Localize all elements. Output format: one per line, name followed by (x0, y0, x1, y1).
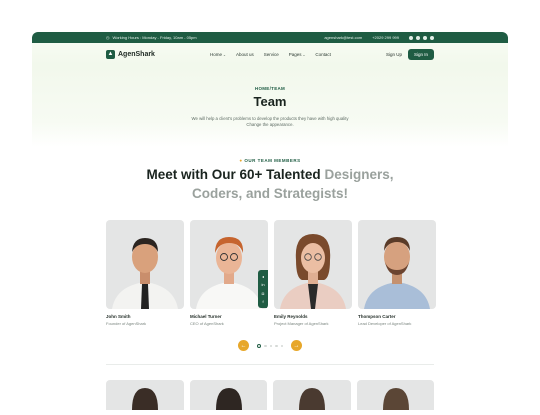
team-grid-next-row (32, 380, 508, 411)
nav-item-contact[interactable]: Contact (315, 52, 331, 57)
member-photo[interactable] (106, 380, 184, 411)
heading-line-2: Coders, and Strategists! (191, 185, 349, 201)
chevron-down-icon: ⌄ (302, 52, 306, 57)
bullet-icon: ● (239, 158, 243, 163)
twitter-icon[interactable] (416, 35, 420, 40)
facebook-icon[interactable] (409, 35, 413, 40)
team-card[interactable]: Emily Reynolds Project Manager of AgenSh… (274, 220, 352, 326)
heading-main: Meet with Our 60+ Talented (146, 167, 321, 182)
linkedin-icon[interactable] (423, 35, 427, 40)
page-description: We will help a client's problems to deve… (191, 116, 349, 128)
linkedin-icon[interactable]: in (261, 283, 264, 287)
brand-name: AgenShark (118, 50, 155, 58)
section-eyebrow: ● OUR TEAM MEMBERS (32, 158, 508, 163)
nav-item-label: Home (209, 51, 222, 57)
instagram-icon[interactable] (430, 35, 434, 40)
member-name: Thompson Carter (358, 314, 396, 320)
member-photo[interactable] (189, 380, 267, 411)
member-photo (106, 220, 184, 310)
top-info-bar: ◷ Working Hours : Monday - Friday, 10am … (32, 32, 508, 43)
member-photo[interactable] (356, 380, 434, 411)
team-card[interactable]: Thompson Carter Lead Developer of AgenSh… (358, 220, 436, 326)
working-hours: ◷ Working Hours : Monday - Friday, 10am … (106, 35, 197, 40)
page-hero: HOME/TEAM Team We will help a client's p… (32, 65, 508, 147)
carousel-dot[interactable] (264, 344, 267, 347)
nav-item-pages[interactable]: Pages⌄ (289, 52, 306, 57)
breadcrumb: HOME/TEAM (254, 86, 286, 91)
instagram-icon[interactable]: ◘ (262, 291, 264, 296)
member-role: CEO of AgenShark (190, 321, 224, 327)
arrow-left-icon[interactable]: ← (238, 340, 249, 352)
carousel-dots (257, 343, 283, 348)
carousel-pagination: ← → (32, 340, 508, 352)
working-hours-text: Working Hours : Monday - Friday, 10am - … (112, 35, 197, 40)
browser-page: ◷ Working Hours : Monday - Friday, 10am … (32, 32, 508, 415)
phone-link[interactable]: +2029 299 999 (372, 35, 399, 40)
member-role: Founder of AgenShark (106, 321, 147, 327)
section-divider (106, 364, 434, 366)
page-title: Team (253, 94, 287, 109)
nav-item-about[interactable]: About us (236, 52, 254, 57)
contact-info: agenshark@test.com +2029 299 999 (324, 35, 434, 40)
member-photo[interactable] (273, 380, 351, 411)
signup-link[interactable]: Sign Up (386, 52, 402, 57)
member-photo (358, 220, 436, 310)
carousel-dot[interactable] (275, 344, 278, 347)
member-role: Project Manager of AgenShark (274, 321, 329, 327)
share-bar: ◂ in ◘ f (258, 270, 268, 309)
logo-icon: ▲ (106, 49, 115, 59)
telegram-icon[interactable]: ◂ (262, 274, 264, 279)
section-heading: Meet with Our 60+ Talented Designers, Co… (32, 166, 508, 203)
carousel-dot[interactable] (269, 344, 272, 347)
member-name: John Smith (106, 314, 131, 320)
eyebrow-text: OUR TEAM MEMBERS (244, 158, 301, 163)
nav-item-home[interactable]: Home⌄ (210, 52, 226, 57)
facebook-icon[interactable]: f (262, 300, 263, 304)
signin-button[interactable]: Sign In (407, 48, 434, 60)
heading-line-1: Meet with Our 60+ Talented Designers, (32, 166, 508, 185)
team-carousel: John Smith Founder of AgenShark ◂ in ◘ f (32, 220, 508, 326)
nav-menu: Home⌄ About us Service Pages⌄ Contact (210, 52, 331, 57)
team-card[interactable]: John Smith Founder of AgenShark (106, 220, 184, 326)
chevron-down-icon: ⌄ (223, 52, 226, 57)
carousel-dot[interactable] (280, 344, 283, 347)
member-photo: ◂ in ◘ f (190, 220, 268, 310)
member-role: Lead Developer of AgenShark (358, 321, 412, 327)
arrow-right-icon[interactable]: → (291, 340, 302, 352)
nav-item-service[interactable]: Service (264, 52, 279, 57)
team-card[interactable]: ◂ in ◘ f Michael Turner CEO of AgenShark (190, 220, 268, 326)
social-links (409, 35, 434, 40)
member-photo (274, 220, 352, 310)
nav-item-label: Pages (288, 51, 302, 57)
carousel-dot[interactable] (257, 343, 261, 348)
brand-logo[interactable]: ▲ AgenShark (106, 49, 155, 59)
auth-actions: Sign Up Sign In (386, 48, 434, 60)
clock-icon: ◷ (106, 35, 110, 40)
main-navbar: ▲ AgenShark Home⌄ About us Service Pages… (32, 43, 508, 65)
email-link[interactable]: agenshark@test.com (324, 35, 362, 40)
heading-muted: Designers, (324, 167, 394, 182)
member-name: Michael Turner (190, 314, 222, 320)
member-name: Emily Reynolds (274, 314, 308, 320)
